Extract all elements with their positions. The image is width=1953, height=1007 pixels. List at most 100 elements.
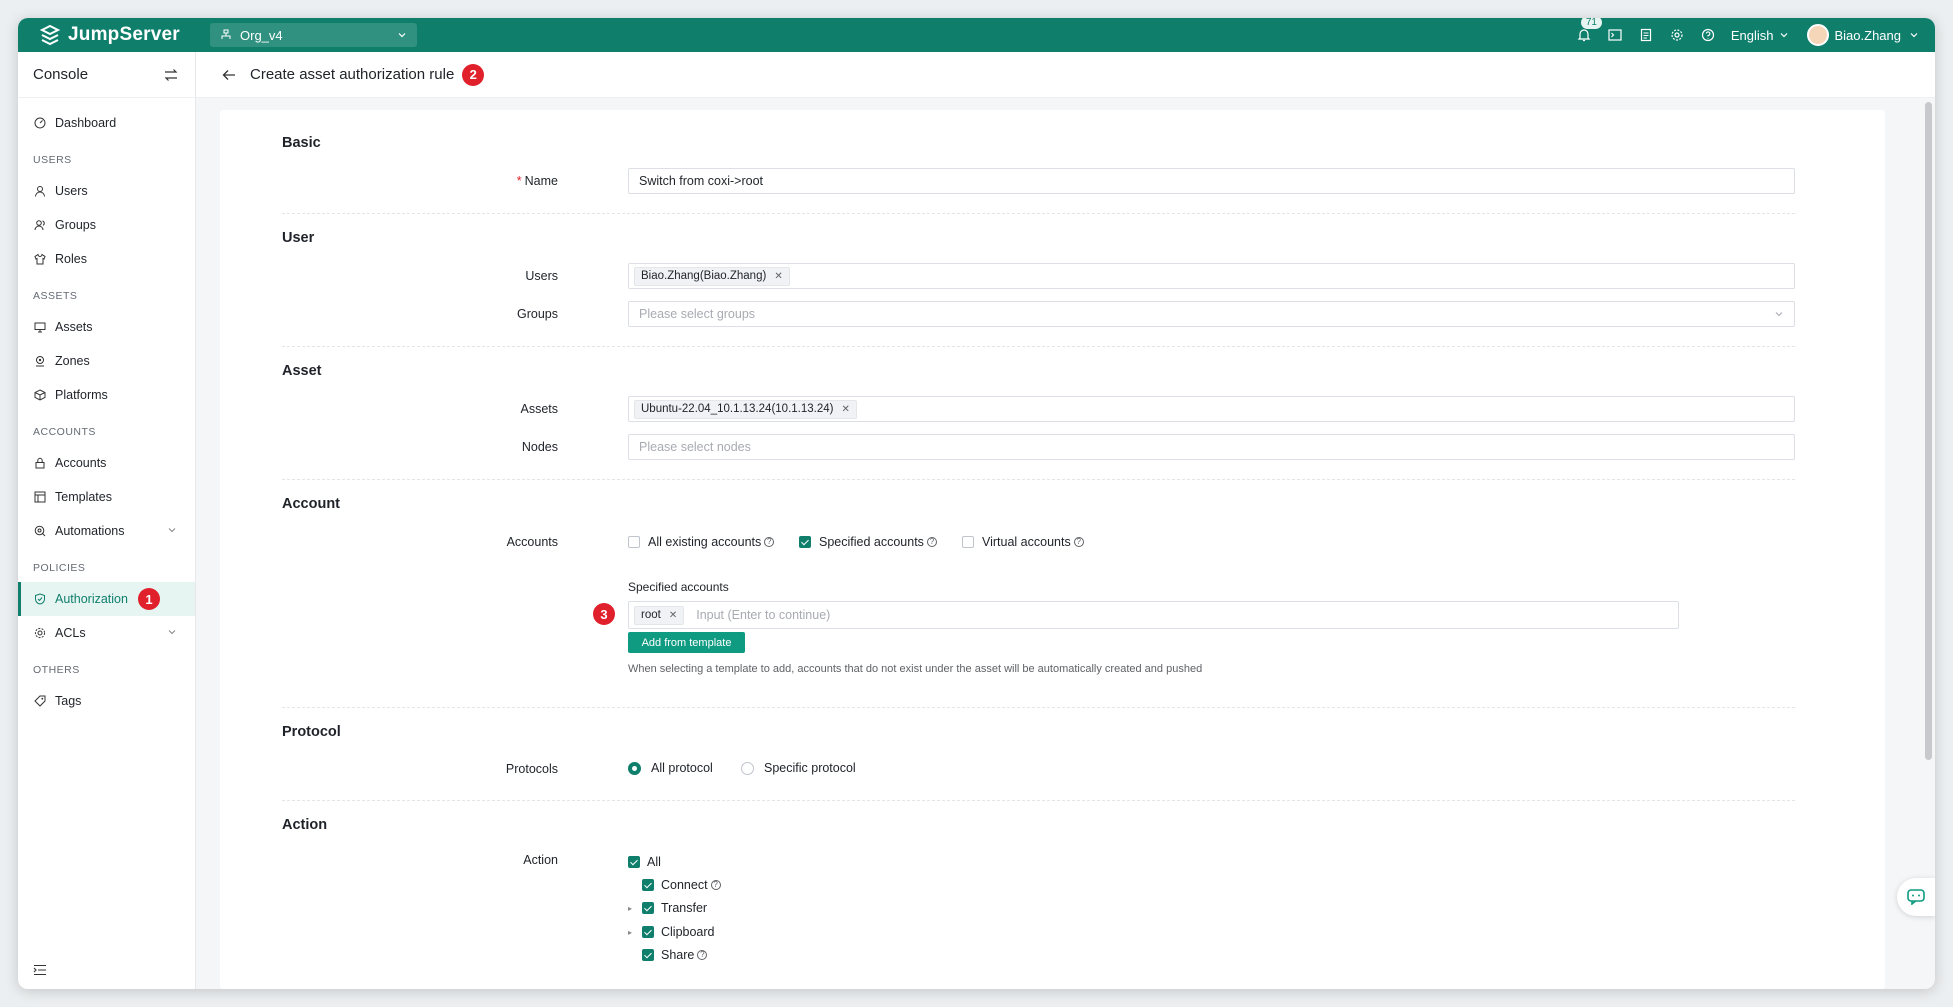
logo[interactable]: JumpServer (38, 23, 196, 47)
chat-assistant-button[interactable] (1897, 878, 1935, 916)
radio-circle (628, 761, 641, 775)
sidebar-item-dashboard[interactable]: Dashboard (18, 106, 195, 140)
name-input[interactable]: Switch from coxi->root (628, 168, 1795, 194)
section-title: Asset (282, 363, 322, 379)
checkbox-box (642, 879, 654, 891)
notification-bell-icon[interactable]: 71 (1575, 18, 1602, 44)
sidebar-item-label: Accounts (55, 456, 107, 470)
settings-gear-icon[interactable] (1668, 26, 1686, 44)
section-protocol-title: Protocol (282, 724, 1795, 740)
avatar (1806, 24, 1829, 46)
help-icon[interactable]: ? (697, 950, 708, 960)
add-from-template-button[interactable]: Add from template (628, 632, 745, 653)
help-icon[interactable]: ? (1073, 537, 1084, 547)
specified-accounts-title: Specified accounts (628, 580, 729, 594)
clipboard-list-icon[interactable] (1637, 26, 1655, 44)
collapse-sidebar-icon[interactable] (33, 964, 47, 979)
sidebar-item-roles[interactable]: Roles (18, 242, 195, 276)
users-select[interactable]: Biao.Zhang(Biao.Zhang) ✕ (628, 263, 1795, 289)
back-arrow-icon[interactable] (222, 69, 236, 81)
cube-icon (33, 388, 47, 402)
name-label: * Name (517, 174, 558, 188)
expand-caret-icon[interactable]: ▸ (628, 904, 642, 913)
page-title: Create asset authorization rule (250, 66, 455, 83)
tag-close-icon[interactable]: ✕ (774, 271, 782, 282)
sidebar-item-users[interactable]: Users (18, 174, 195, 208)
help-icon[interactable]: ? (926, 537, 937, 547)
section-account-title: Account (282, 496, 1795, 512)
assets-select[interactable]: Ubuntu-22.04_10.1.13.24(10.1.13.24) ✕ (628, 396, 1795, 422)
specified-accounts-input[interactable]: root ✕ Input (Enter to continue) (628, 601, 1679, 629)
user-name: Biao.Zhang (1834, 27, 1902, 43)
action-transfer-checkbox[interactable]: ▸ Transfer (628, 901, 707, 915)
sidebar-item-label: Automations (55, 524, 125, 538)
sidebar-item-groups[interactable]: Groups (18, 208, 195, 242)
name-row: * Name Switch from coxi->root (282, 168, 1795, 194)
tag-close-icon[interactable]: ✕ (841, 404, 849, 415)
option-label: Connect (661, 878, 708, 892)
section-title: User (282, 230, 315, 246)
nodes-label: Nodes (521, 440, 558, 454)
sidebar-item-label: Templates (55, 490, 112, 504)
section-user-title: User (282, 230, 1795, 246)
option-label: All protocol (651, 761, 713, 775)
all-protocol-radio[interactable]: All protocol (628, 761, 713, 775)
sidebar-item-authorization[interactable]: Authorization 1 (18, 582, 195, 616)
section-title: Account (282, 496, 340, 512)
sidebar-item-assets[interactable]: Assets (18, 310, 195, 344)
tag-close-icon[interactable]: ✕ (669, 610, 677, 621)
terminal-icon[interactable] (1606, 26, 1624, 44)
specified-accounts-checkbox[interactable]: Specified accounts? (799, 535, 937, 549)
option-label: Share (661, 948, 695, 962)
help-icon[interactable]: ? (710, 880, 721, 890)
sidebar-item-accounts[interactable]: Accounts (18, 446, 195, 480)
protocols-row: Protocols All protocol Specific protocol (282, 756, 1795, 782)
chat-bubble-icon (1907, 889, 1925, 905)
sidebar-item-templates[interactable]: Templates (18, 480, 195, 514)
action-connect-checkbox[interactable]: Connect? (642, 878, 721, 892)
action-all-checkbox[interactable]: All (628, 855, 661, 869)
section-title: Basic (282, 135, 321, 151)
switch-arrows-icon[interactable] (163, 68, 179, 82)
all-existing-accounts-checkbox[interactable]: All existing accounts? (628, 535, 775, 549)
checkbox-box (628, 856, 640, 868)
acl-gear-icon (33, 626, 47, 640)
checkbox-box (642, 902, 654, 914)
sidebar-item-zones[interactable]: Zones (18, 344, 195, 378)
sidebar-item-tags[interactable]: Tags (18, 684, 195, 718)
section-assets: ASSETS (33, 290, 78, 302)
user-menu[interactable]: Biao.Zhang (1806, 24, 1920, 46)
section-title: Action (282, 817, 328, 833)
sidebar-item-label: Authorization (55, 592, 128, 606)
chevron-down-icon (1775, 312, 1783, 317)
divider (282, 479, 1795, 480)
section-basic-title: Basic (282, 135, 1795, 151)
notification-count: 71 (1580, 18, 1602, 29)
expand-caret-icon[interactable]: ▸ (628, 928, 642, 937)
help-question-icon[interactable] (1699, 26, 1717, 44)
sidebar-item-automations[interactable]: Automations (18, 514, 195, 548)
account-tag: root ✕ (634, 605, 685, 625)
help-icon[interactable]: ? (764, 537, 775, 547)
action-clipboard-checkbox[interactable]: ▸ Clipboard (628, 925, 715, 939)
section-users: USERS (33, 154, 72, 166)
action-share-checkbox[interactable]: Share? (642, 948, 708, 962)
users-row: Users Biao.Zhang(Biao.Zhang) ✕ (282, 263, 1795, 289)
step-marker-1: 1 (137, 588, 160, 610)
groups-select[interactable]: Please select groups (628, 301, 1795, 327)
org-selector[interactable]: Org_v4 (210, 23, 417, 47)
protocols-label: Protocols (505, 762, 558, 776)
specific-protocol-radio[interactable]: Specific protocol (741, 761, 856, 775)
jumpserver-logo-icon (39, 24, 61, 46)
option-label: Specified accounts (819, 535, 924, 549)
divider (282, 800, 1795, 801)
language-selector[interactable]: English (1731, 28, 1789, 43)
virtual-accounts-checkbox[interactable]: Virtual accounts? (962, 535, 1084, 549)
section-policies: POLICIES (33, 562, 86, 574)
nodes-select[interactable]: Please select nodes (628, 434, 1795, 460)
sidebar-item-acls[interactable]: ACLs (18, 616, 195, 650)
scrollbar[interactable] (1925, 102, 1932, 760)
accounts-row: Accounts All existing accounts? Specifie… (282, 529, 1795, 555)
sidebar: Console Dashboard USERS Users Groups Rol… (18, 52, 196, 989)
sidebar-item-platforms[interactable]: Platforms (18, 378, 195, 412)
